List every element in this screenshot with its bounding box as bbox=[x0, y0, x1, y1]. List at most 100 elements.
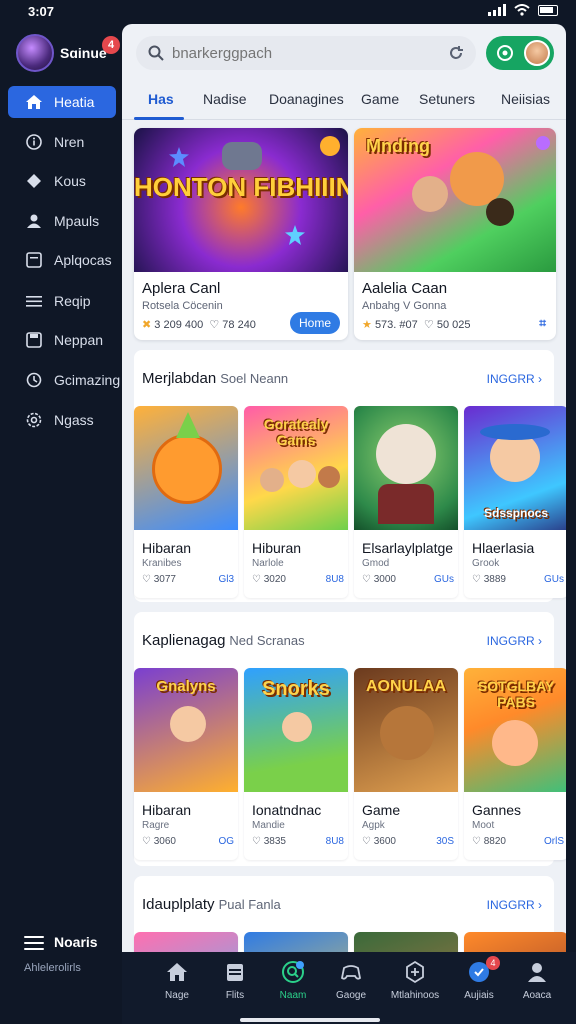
notification-badge: 4 bbox=[486, 956, 500, 970]
bottom-nav-flits[interactable]: Flits bbox=[206, 960, 264, 1001]
sidebar-item-nren[interactable]: Nren bbox=[8, 126, 116, 158]
bottom-nav-naam[interactable]: Naam bbox=[264, 960, 322, 1001]
see-more-link[interactable]: INGGRR › bbox=[487, 372, 542, 386]
sidebar-item-neppan[interactable]: Neppan bbox=[8, 324, 116, 356]
game-card[interactable] bbox=[354, 932, 458, 952]
sidebar-footer-title: Noaris bbox=[54, 934, 98, 950]
heart-icon: ♡ bbox=[209, 319, 220, 331]
tab-game[interactable]: Game bbox=[361, 91, 399, 107]
featured-card[interactable]: Mnding Aalelia Caan Anbahg V Gonna ★ 573… bbox=[354, 128, 556, 340]
status-bar: 3:07 bbox=[0, 0, 576, 24]
bottom-nav-aoaca[interactable]: Aoaca bbox=[508, 960, 566, 1001]
featured-card-stats: ✖ 3 209 400 ♡ 78 240 bbox=[142, 319, 256, 331]
game-category: Kranibes bbox=[142, 558, 182, 569]
game-card[interactable]: AONULAA Game Agpk ♡ 3600 30S bbox=[354, 668, 458, 860]
sidebar-item-ngass[interactable]: Ngass bbox=[8, 404, 116, 436]
game-section: Kaplienagag Ned Scranas INGGRR › Gnalyns … bbox=[134, 612, 566, 866]
star-icon bbox=[285, 225, 305, 245]
sidebar-item-label: Heatia bbox=[54, 94, 95, 110]
sidebar-item-home[interactable]: Heatia bbox=[8, 86, 116, 118]
sidebar-item-label: Ngass bbox=[54, 412, 94, 428]
dog-head-illustration bbox=[222, 142, 262, 170]
game-card[interactable]: Elsarlaylplatge Gmod ♡ 3000 GUs bbox=[354, 406, 458, 598]
tab-active-indicator bbox=[134, 117, 184, 120]
bottom-nav-aujiais[interactable]: 4 Aujiais bbox=[450, 956, 508, 1001]
gamepad-icon[interactable]: ⌗ bbox=[539, 316, 546, 331]
game-card[interactable]: SOTGLBAY PABS Gannes Moot ♡ 8820 OrlS bbox=[464, 668, 566, 860]
sidebar-item-label: Aplqocas bbox=[54, 252, 112, 268]
sidebar-item-gcimazing[interactable]: Gcimazing bbox=[8, 364, 120, 396]
tab-setuners[interactable]: Setuners bbox=[419, 91, 475, 107]
person-icon bbox=[27, 214, 41, 228]
search-icon bbox=[148, 45, 164, 61]
game-card[interactable]: Gnalyns Hibaran Ragre ♡ 3060 OG bbox=[134, 668, 238, 860]
game-stats: ♡ 3077 Gl3 bbox=[142, 574, 234, 585]
game-card[interactable]: Snorks Ionatndnac Mandie ♡ 3835 8U8 bbox=[244, 668, 348, 860]
game-name: Hiburan bbox=[252, 540, 302, 556]
calendar-icon bbox=[227, 964, 243, 981]
game-artwork: Sdsspnocs bbox=[464, 406, 566, 530]
bottom-nav-mtlahinoos[interactable]: Mtlahinoos bbox=[386, 960, 444, 1001]
game-stats: ♡ 3060 OG bbox=[142, 836, 234, 847]
sidebar-footer-subtitle: Ahlelerolirls bbox=[24, 962, 81, 974]
bottom-nav-label: Gaoge bbox=[335, 990, 367, 1001]
bottom-nav-gaoge[interactable]: Gaoge bbox=[322, 960, 380, 1001]
sidebar-item-mpauls[interactable]: Mpauls bbox=[8, 205, 116, 237]
game-card[interactable] bbox=[464, 932, 566, 952]
bottom-nav-label: Mtlahinoos bbox=[390, 990, 440, 1001]
user-avatar[interactable] bbox=[524, 40, 550, 66]
game-rating: GUs bbox=[434, 574, 454, 585]
featured-card[interactable]: HONTON FIBHIIIN Aplera Canl Rotsela Cöce… bbox=[134, 128, 348, 340]
game-stats: ♡ 8820 OrlS bbox=[472, 836, 564, 847]
profile-name: Sɑinue bbox=[60, 45, 107, 61]
game-card[interactable] bbox=[244, 932, 348, 952]
cat-character bbox=[412, 176, 448, 212]
game-card[interactable] bbox=[134, 932, 238, 952]
sidebar-item-reqip[interactable]: Reqip bbox=[8, 285, 116, 317]
avatar[interactable] bbox=[16, 34, 54, 72]
party-hat bbox=[176, 412, 200, 438]
game-artwork bbox=[244, 932, 348, 952]
refresh-icon[interactable] bbox=[448, 45, 464, 61]
tab-nadise[interactable]: Nadise bbox=[203, 91, 247, 107]
bottom-nav-label: Nage bbox=[165, 990, 189, 1001]
profile[interactable]: Sɑinue 4 bbox=[16, 34, 122, 72]
tab-has[interactable]: Has bbox=[148, 91, 174, 107]
bottom-nav-home[interactable]: Nage bbox=[148, 960, 206, 1001]
game-category: Moot bbox=[472, 820, 495, 831]
tab-doanagines[interactable]: Doanagines bbox=[269, 91, 344, 107]
sidebar-item-kous[interactable]: Kous bbox=[8, 165, 116, 197]
sidebar-item-label: Gcimazing bbox=[54, 372, 121, 388]
game-title-art: Sdsspnocs bbox=[483, 506, 549, 520]
tab-neiisias[interactable]: Neiisias bbox=[501, 91, 550, 107]
see-more-link[interactable]: INGGRR › bbox=[487, 898, 542, 912]
menu-icon[interactable] bbox=[24, 936, 44, 950]
game-card[interactable]: Goratealy Gams Hiburan Narlole ♡ 3020 8U8 bbox=[244, 406, 348, 598]
home-icon bbox=[26, 95, 42, 109]
battery-icon bbox=[538, 4, 558, 16]
pig-character bbox=[492, 720, 538, 766]
game-card[interactable]: Hibaran Kranibes ♡ 3077 Gl3 bbox=[134, 406, 238, 598]
bear-character bbox=[380, 706, 434, 760]
game-section: Idauplplaty Pual Fanla INGGRR › bbox=[134, 876, 566, 952]
game-artwork bbox=[354, 932, 458, 952]
see-more-link[interactable]: INGGRR › bbox=[487, 634, 542, 648]
game-card[interactable]: Sdsspnocs Hlaerlasia Grook ♡ 3889 GUs bbox=[464, 406, 566, 598]
star-icon: ✖ bbox=[142, 319, 152, 331]
game-artwork bbox=[464, 932, 566, 952]
game-name: Hibaran bbox=[142, 802, 192, 818]
user-button[interactable] bbox=[486, 36, 554, 70]
game-artwork bbox=[354, 406, 458, 530]
game-name: Ionatndnac bbox=[252, 802, 322, 818]
notification-badge: 4 bbox=[102, 36, 120, 54]
hat-illustration bbox=[480, 424, 550, 440]
game-stats: ♡ 3889 GUs bbox=[472, 574, 564, 585]
section-title: Kaplienagag Ned Scranas bbox=[142, 632, 305, 649]
game-rating: Gl3 bbox=[218, 574, 234, 585]
game-category: Ragre bbox=[142, 820, 170, 831]
home-button[interactable]: Home bbox=[290, 312, 340, 334]
search-input[interactable] bbox=[172, 42, 432, 64]
kid-character bbox=[318, 466, 340, 488]
sidebar-item-aplqocas[interactable]: Aplqocas bbox=[8, 244, 116, 276]
search-bar[interactable] bbox=[136, 36, 476, 70]
